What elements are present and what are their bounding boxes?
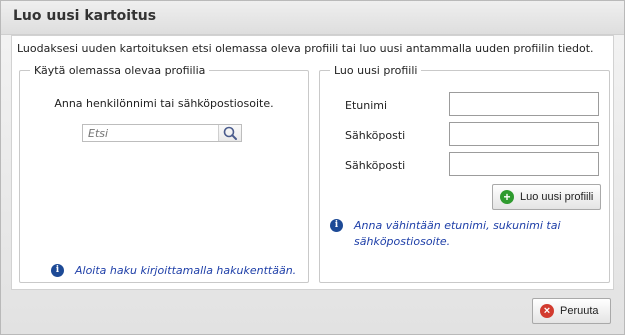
search-icon	[223, 126, 237, 140]
dialog-footer: × Peruuta	[1, 290, 624, 334]
dialog-content: Luodaksesi uuden kartoituksen etsi olema…	[11, 35, 614, 290]
info-icon: i	[330, 219, 343, 232]
first-name-field[interactable]	[449, 92, 599, 116]
search-info-text: Aloita haku kirjoittamalla hakukenttään.	[75, 264, 297, 277]
add-icon: +	[500, 190, 514, 204]
info-icon: i	[51, 264, 64, 277]
new-profile-info-text: Anna vähintään etunimi, sukunimi tai säh…	[354, 219, 561, 248]
new-profile-legend: Luo uusi profiili	[334, 64, 418, 77]
new-profile-info: i Anna vähintään etunimi, sukunimi tai s…	[330, 218, 580, 250]
email-label: Sähköposti	[345, 129, 406, 142]
existing-profile-legend: Käytä olemassa olevaa profiilia	[34, 64, 206, 77]
dialog-titlebar: Luo uusi kartoitus	[1, 1, 624, 35]
first-name-label: Etunimi	[345, 99, 388, 112]
create-profile-label: Luo uusi profiili	[520, 191, 594, 203]
email-label-2: Sähköposti	[345, 159, 406, 172]
search-hint: Anna henkilönnimi tai sähköpostiosoite.	[54, 97, 274, 110]
intro-text: Luodaksesi uuden kartoituksen etsi olema…	[17, 42, 594, 55]
cancel-label: Peruuta	[560, 305, 599, 317]
existing-profile-panel: Käytä olemassa olevaa profiilia Anna hen…	[19, 64, 309, 283]
dialog-title: Luo uusi kartoitus	[13, 8, 157, 24]
cancel-icon: ×	[540, 304, 554, 318]
create-survey-dialog: Luo uusi kartoitus Luodaksesi uuden kart…	[0, 0, 625, 335]
new-profile-panel: Luo uusi profiili Etunimi Sähköposti Säh…	[319, 64, 610, 283]
email-field-2[interactable]	[449, 152, 599, 176]
create-profile-button[interactable]: + Luo uusi profiili	[492, 184, 602, 210]
cancel-button[interactable]: × Peruuta	[532, 298, 611, 324]
search-button[interactable]	[218, 125, 241, 141]
search-info: i Aloita haku kirjoittamalla hakukenttää…	[51, 263, 296, 279]
profile-search	[82, 124, 242, 142]
email-field[interactable]	[449, 122, 599, 146]
search-input[interactable]	[83, 125, 229, 141]
